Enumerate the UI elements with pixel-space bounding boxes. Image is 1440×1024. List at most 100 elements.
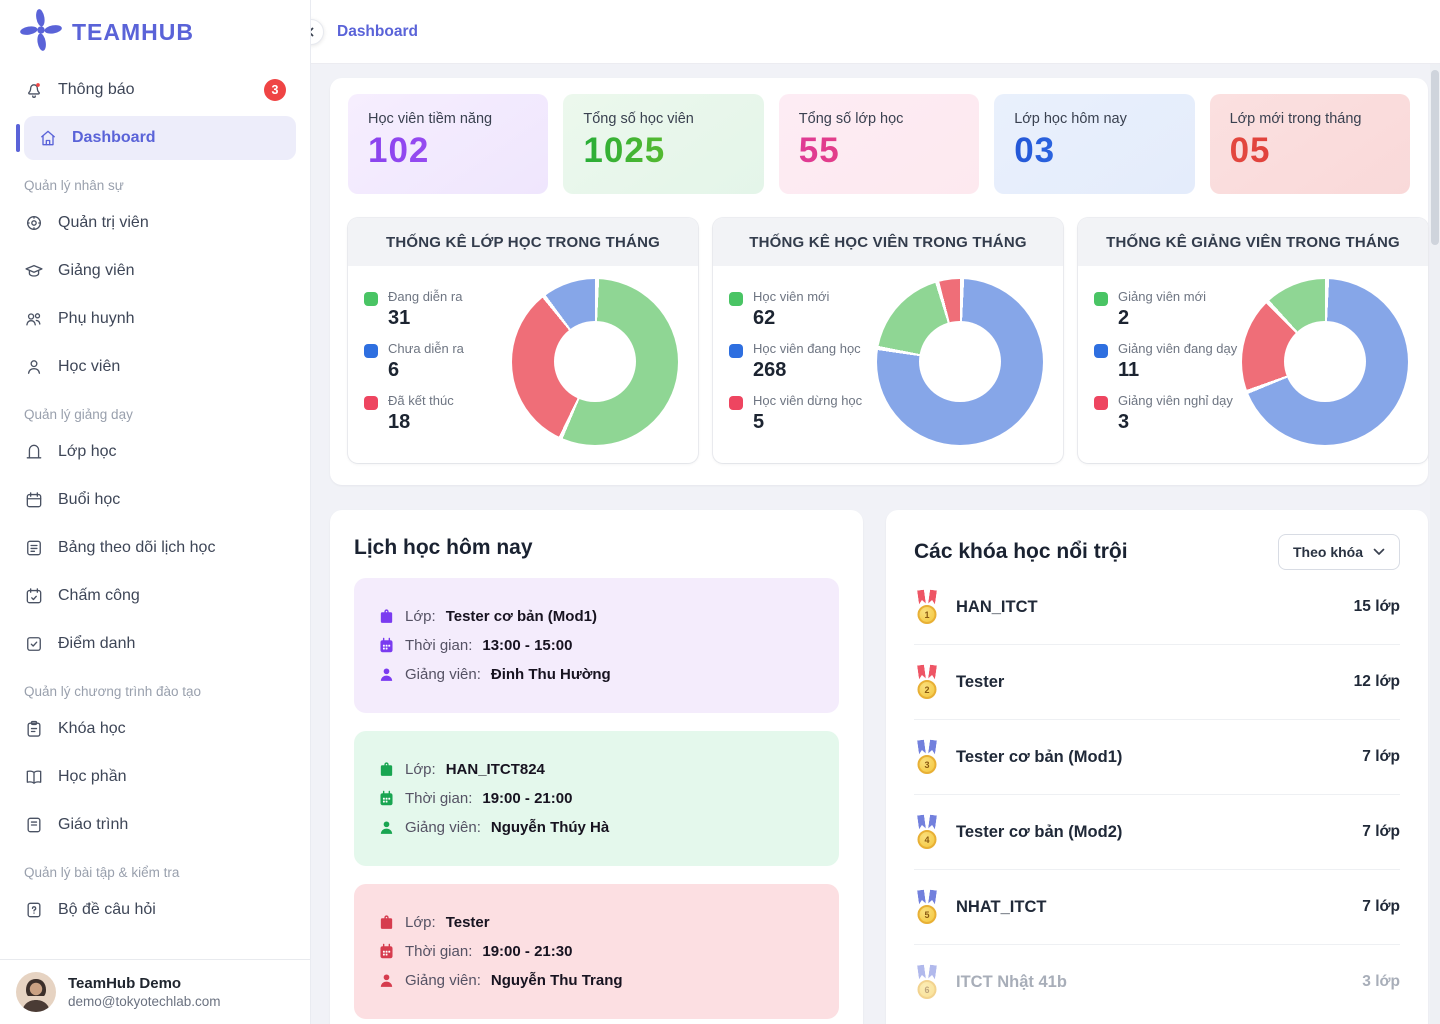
medal-rank-number: 4 [918,830,937,849]
timesheet-icon [24,586,44,606]
course-class-count: 12 lớp [1354,673,1400,691]
home-icon [38,128,58,148]
question-file-icon [24,900,44,920]
sidebar: TEAMHUB Thông báo 3 Dashboard Quản lý nh… [0,0,311,1024]
course-row[interactable]: 4 Tester cơ bản (Mod2) 7 lớp [914,795,1400,870]
schedule-class-label: Lớp: [405,761,436,778]
legend-item: Học viên dừng học 5 [729,393,877,434]
course-row[interactable]: 5 NHAT_ITCT 7 lớp [914,870,1400,945]
app-logo[interactable]: TEAMHUB [0,0,310,64]
clipboard-icon [24,719,44,739]
course-row[interactable]: 2 Tester 12 lớp [914,645,1400,720]
briefcase-icon [378,608,395,625]
course-filter-dropdown[interactable]: Theo khóa [1278,534,1400,570]
sidebar-item-lop-hoc[interactable]: Lớp học [0,428,310,476]
sidebar-item-bang-theo-doi[interactable]: Bảng theo dõi lịch học [0,524,310,572]
legend-item: Học viên đang học 268 [729,341,877,382]
legend-value: 18 [388,411,454,434]
legend-value: 5 [753,411,862,434]
schedule-time-value: 19:00 - 21:00 [482,790,572,807]
sidebar-section-label: Quản lý nhân sự [0,162,310,199]
legend-item: Giảng viên nghỉ dạy 3 [1094,393,1242,434]
sidebar-item-quan-tri-vien[interactable]: Quản trị viên [0,199,310,247]
chart-legend: Học viên mới 62 Học viên đang học 268 [729,278,877,445]
schedule-item: Lớp: Tester Thời gian: 19:00 - 21:30 [354,884,839,1019]
today-schedule-card: Lịch học hôm nay Lớp: Tester cơ bản (Mod… [330,510,863,1024]
schedule-title: Lịch học hôm nay [354,536,839,560]
sidebar-item-khoa-hoc[interactable]: Khóa học [0,705,310,753]
overview-panel: Học viên tiềm năng 102 Tổng số học viên … [330,78,1428,485]
user-email: demo@tokyotechlab.com [68,994,221,1009]
legend-swatch [729,396,743,410]
schedule-time-label: Thời gian: [405,790,472,807]
schedule-teacher-row: Giảng viên: Nguyễn Thu Trang [378,972,815,989]
briefcase-icon [378,761,395,778]
courses-header: Các khóa học nổi trội Theo khóa [914,534,1400,570]
legend-item: Chưa diễn ra 6 [364,341,512,382]
parents-icon [24,309,44,329]
medal-rank-5-icon: 5 [914,890,940,924]
sidebar-section-label: Quản lý chương trình đào tạo [0,668,310,705]
legend-label: Giảng viên đang dạy [1118,341,1237,356]
sidebar-item-label: Chấm công [58,587,140,605]
legend-label: Học viên mới [753,289,829,304]
legend-swatch [1094,292,1108,306]
legend-swatch [1094,344,1108,358]
legend-item: Đang diễn ra 31 [364,289,512,330]
stat-card-tong-so-hoc-vien: Tổng số học viên 1025 [563,94,763,194]
sidebar-item-label: Bộ đề câu hỏi [58,901,156,919]
donut-chart [877,279,1043,445]
sidebar-item-diem-danh[interactable]: Điểm danh [0,620,310,668]
breadcrumb[interactable]: Dashboard [337,23,418,41]
chart-body: Đang diễn ra 31 Chưa diễn ra 6 Đ [348,266,698,463]
sidebar-item-hoc-vien[interactable]: Học viên [0,343,310,391]
sidebar-item-notifications[interactable]: Thông báo 3 [0,66,310,114]
person-icon [378,819,395,836]
sidebar-item-hoc-phan[interactable]: Học phần [0,753,310,801]
course-class-count: 7 lớp [1362,748,1400,766]
donut-chart [512,279,678,445]
schedule-class-row: Lớp: Tester [378,914,815,931]
course-name: HAN_ITCT [956,598,1038,617]
graduation-cap-icon [24,261,44,281]
sidebar-item-label: Phụ huynh [58,310,135,328]
sidebar-collapse-button[interactable] [311,19,324,45]
stat-label: Tổng số lớp học [799,111,959,127]
chart-card-hoc-vien: THỐNG KÊ HỌC VIÊN TRONG THÁNG Học viên m… [713,218,1063,463]
course-class-count: 7 lớp [1362,898,1400,916]
schedule-time-row: Thời gian: 19:00 - 21:30 [378,943,815,960]
pinwheel-logo-icon [20,9,62,56]
schedule-time-value: 19:00 - 21:30 [482,943,572,960]
bottom-row: Lịch học hôm nay Lớp: Tester cơ bản (Mod… [330,510,1428,1024]
sidebar-item-bo-de-cau-hoi[interactable]: Bộ đề câu hỏi [0,886,310,934]
sidebar-item-cham-cong[interactable]: Chấm công [0,572,310,620]
schedule-class-value: Tester cơ bản (Mod1) [446,608,597,625]
schedule-class-value: Tester [446,914,490,931]
sidebar-item-phu-huynh[interactable]: Phụ huynh [0,295,310,343]
vertical-scrollbar[interactable] [1430,64,1440,1024]
user-avatar [16,972,56,1012]
schedule-item: Lớp: Tester cơ bản (Mod1) Thời gian: 13:… [354,578,839,713]
user-profile[interactable]: TeamHub Demo demo@tokyotechlab.com [0,959,310,1024]
stat-value: 55 [799,131,959,171]
course-name: ITCT Nhật 41b [956,973,1067,992]
sidebar-item-dashboard[interactable]: Dashboard [24,116,296,160]
stat-card-lop-moi-trong-thang: Lớp mới trong tháng 05 [1210,94,1410,194]
sidebar-item-giang-vien[interactable]: Giảng viên [0,247,310,295]
legend-label: Học viên dừng học [753,393,862,408]
stat-label: Lớp học hôm nay [1014,111,1174,127]
scrollbar-thumb[interactable] [1431,70,1439,245]
course-class-count: 15 lớp [1354,598,1400,616]
calendar-icon [24,490,44,510]
legend-item: Giảng viên mới 2 [1094,289,1242,330]
sidebar-item-buoi-hoc[interactable]: Buổi học [0,476,310,524]
course-row[interactable]: 1 HAN_ITCT 15 lớp [914,570,1400,645]
course-row[interactable]: 3 Tester cơ bản (Mod1) 7 lớp [914,720,1400,795]
course-row[interactable]: 6 ITCT Nhật 41b 3 lớp [914,945,1400,1019]
legend-label: Chưa diễn ra [388,341,464,356]
legend-item: Giảng viên đang dạy 11 [1094,341,1242,382]
legend-label: Học viên đang học [753,341,861,356]
legend-swatch [364,344,378,358]
sidebar-item-giao-trinh[interactable]: Giáo trình [0,801,310,849]
open-book-icon [24,767,44,787]
